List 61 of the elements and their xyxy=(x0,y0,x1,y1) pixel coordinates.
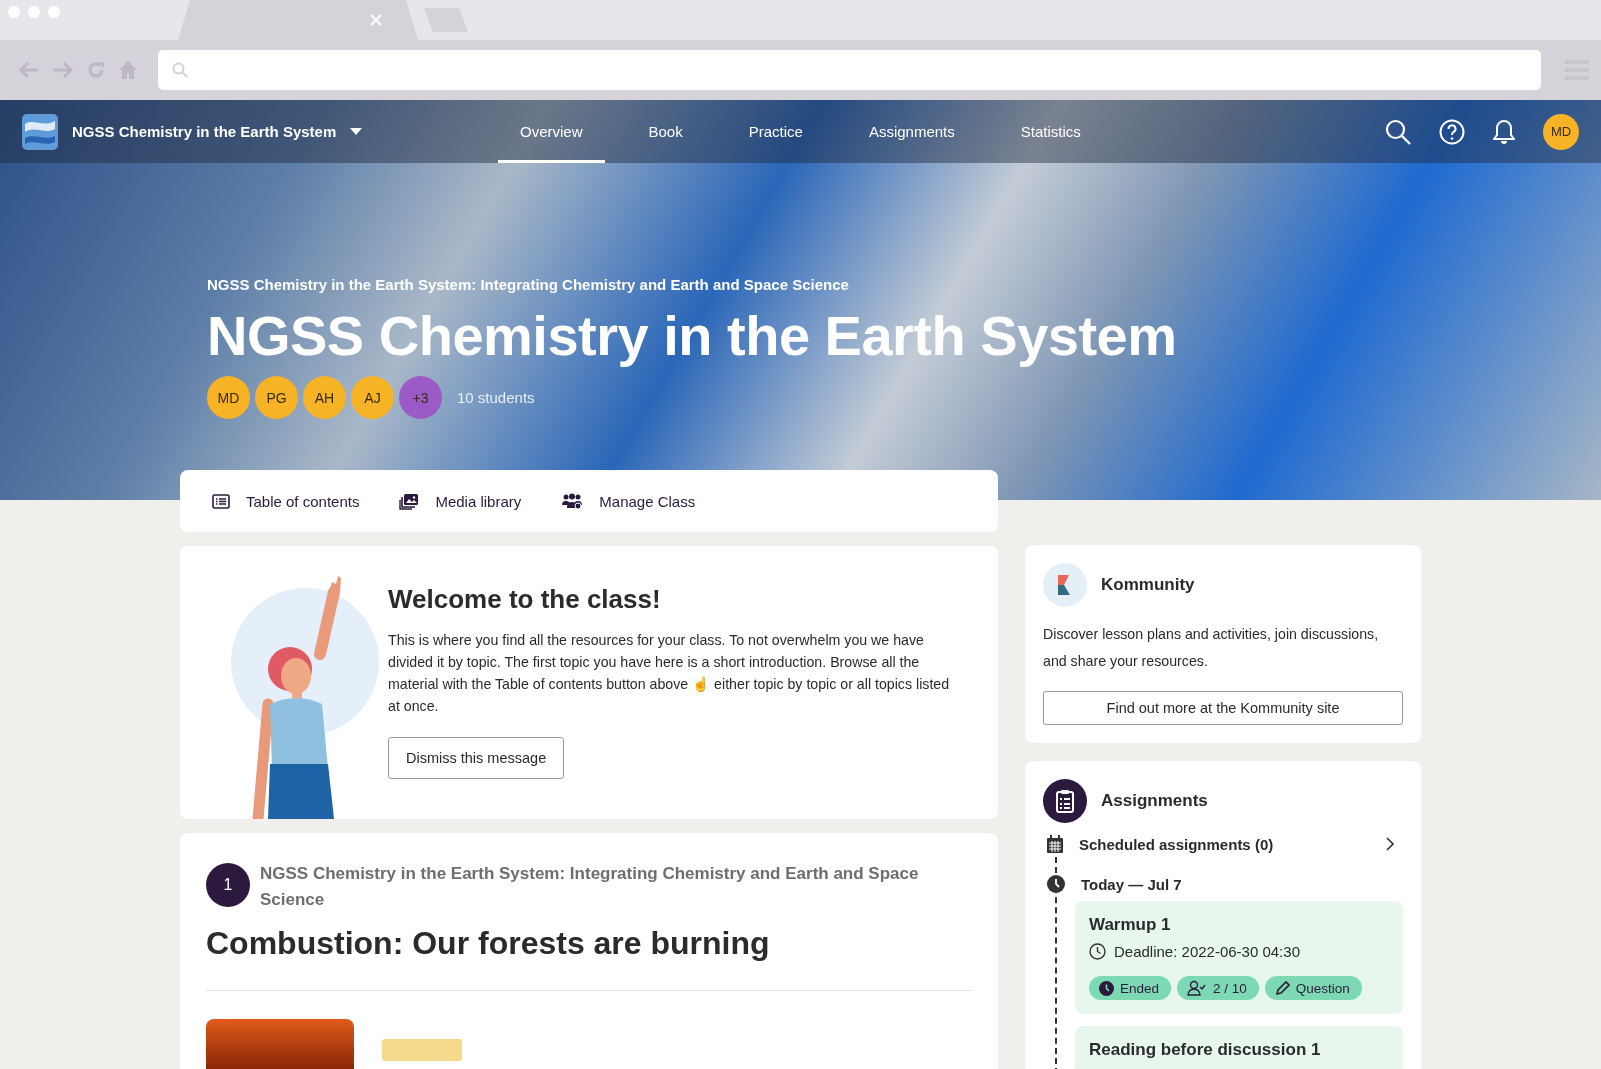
nav-tab[interactable]: Assignments xyxy=(846,100,977,163)
reload-icon[interactable] xyxy=(86,60,106,80)
user-avatar[interactable]: MD xyxy=(1543,113,1579,150)
people-icon xyxy=(561,492,584,510)
course-heading: NGSS Chemistry in the Earth System xyxy=(207,303,1178,368)
member-avatar[interactable]: MD xyxy=(207,376,250,419)
dismiss-button[interactable]: Dismiss this message xyxy=(388,737,565,779)
topic-number: 1 xyxy=(206,863,250,907)
clock-icon xyxy=(1047,875,1065,893)
clock-icon xyxy=(1089,943,1106,960)
search-icon[interactable] xyxy=(1385,118,1411,145)
images-icon xyxy=(399,492,420,510)
pencil-icon xyxy=(1274,980,1290,996)
kommunity-heading: Kommunity xyxy=(1101,575,1195,595)
chevron-right-icon[interactable] xyxy=(1386,837,1395,851)
topic-heading[interactable]: Combustion: Our forests are burning xyxy=(206,925,972,991)
dropdown-caret-icon[interactable] xyxy=(350,127,363,136)
assignment-tag: 2 / 10 xyxy=(1177,976,1259,1000)
scheduled-assignments-row[interactable]: Scheduled assignments (0) xyxy=(1047,835,1403,853)
assignments-heading: Assignments xyxy=(1101,791,1208,811)
member-avatar[interactable]: AH xyxy=(303,376,346,419)
topic-subtitle: NGSS Chemistry in the Earth System: Integrating Chemistry and Earth and Space Science xyxy=(260,863,920,911)
list-icon xyxy=(212,493,230,509)
calendar-icon xyxy=(1047,835,1063,853)
search-icon xyxy=(172,62,188,78)
member-avatar[interactable]: AJ xyxy=(351,376,394,419)
toolbar-link[interactable]: Table of contents xyxy=(212,492,360,510)
course-title[interactable]: NGSS Chemistry in the Earth System xyxy=(72,123,337,140)
date-label: Today — Jul 7 xyxy=(1081,875,1182,893)
nav-tab[interactable]: Book xyxy=(626,100,705,163)
window-controls-icon[interactable] xyxy=(8,6,60,18)
forward-icon[interactable] xyxy=(52,61,74,79)
assignment-title: Warmup 1 xyxy=(1089,915,1172,935)
member-avatar[interactable]: PG xyxy=(255,376,298,419)
assignment-title: Reading before discussion 1 xyxy=(1089,1040,1322,1060)
nav-tab[interactable]: Statistics xyxy=(998,100,1103,163)
kommunity-logo-icon xyxy=(1043,563,1087,607)
course-subtitle: NGSS Chemistry in the Earth System: Integrating Chemistry and Earth and Space Science xyxy=(207,276,850,293)
address-bar[interactable] xyxy=(158,50,1541,90)
nav-tab[interactable]: Practice xyxy=(726,100,825,163)
assignment-card[interactable]: Reading before discussion 1 xyxy=(1075,1026,1403,1069)
clipboard-icon xyxy=(1043,779,1087,823)
welcome-heading: Welcome to the class! xyxy=(388,584,662,615)
welcome-paragraph: This is where you find all the resources for your class. To not overwhelm you we have divided it by topic. The first topic you have here is a short introduction. Browse all the material with the Table of contents button above ☝ either topic by topic or all topics listed at once. xyxy=(388,631,951,716)
deadline-text: Deadline: 2022-06-30 04:30 xyxy=(1114,943,1300,960)
kommunity-site-button[interactable]: Find out more at the Kommunity site xyxy=(1043,691,1403,725)
nav-tab[interactable]: Overview xyxy=(498,100,605,163)
back-icon[interactable] xyxy=(18,61,40,79)
close-icon[interactable] xyxy=(370,14,382,26)
notification-bell-icon[interactable] xyxy=(1493,118,1515,145)
course-thumbnail-icon[interactable] xyxy=(22,113,58,150)
clock-icon xyxy=(1099,980,1114,996)
assignment-card[interactable]: Warmup 1 Deadline: 2022-06-30 04:30 Ended 2 / 10 Question xyxy=(1075,901,1403,1014)
user-check-icon xyxy=(1187,980,1208,996)
kommunity-description: Discover lesson plans and activities, join discussions, and share your resources. xyxy=(1043,625,1380,671)
home-icon[interactable] xyxy=(118,60,138,80)
toolbar-link[interactable]: Manage Class xyxy=(561,492,696,510)
assignment-tag: Question xyxy=(1264,976,1362,1000)
assignment-tag: Ended xyxy=(1089,976,1172,1000)
help-icon[interactable] xyxy=(1439,118,1465,145)
toolbar-link[interactable]: Media library xyxy=(399,492,522,510)
